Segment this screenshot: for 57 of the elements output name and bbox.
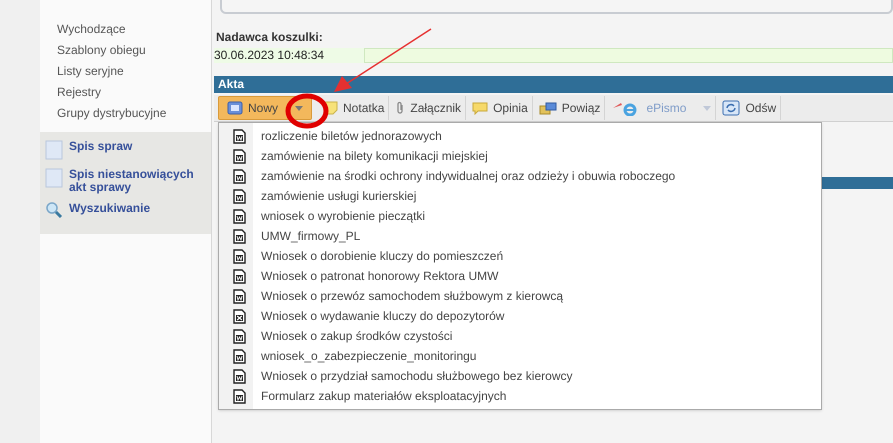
document-file-icon <box>233 228 246 244</box>
sidebar-link[interactable]: Szablony obiegu <box>57 43 177 57</box>
caret-icon <box>295 106 304 110</box>
sidebar-link[interactable]: Listy seryjne <box>57 64 177 78</box>
input-field[interactable] <box>364 48 893 63</box>
menu-item[interactable]: wniosek o wyrobienie pieczątki <box>219 206 676 226</box>
toolbar-button[interactable]: Załącznik <box>391 96 466 120</box>
toolbar-button[interactable]: Opinia <box>468 96 533 120</box>
search-icon <box>45 202 63 218</box>
toolbar-button[interactable]: Notatka <box>320 96 390 120</box>
document-file-icon <box>233 268 246 284</box>
paperclip-icon <box>395 101 406 115</box>
menu-item[interactable]: Wniosek o zakup środków czystości <box>219 326 676 346</box>
menu-item[interactable]: wniosek_o_zabezpieczenie_monitoringu <box>219 346 676 366</box>
document-file-icon <box>233 208 246 224</box>
menu-item[interactable]: zamówienie na środki ochrony indywidualnej oraz odzieży i obuwia roboczego <box>219 166 676 186</box>
sidebar-link[interactable]: Spis niestanowiących akt sprawy <box>69 168 194 194</box>
document-icon <box>45 168 63 188</box>
document-file-icon <box>233 188 246 204</box>
date-field[interactable]: 30.06.2023 10:48:34 <box>214 48 364 63</box>
panel-header: Akta <box>214 76 893 93</box>
document-icon <box>45 140 63 160</box>
window-icon <box>227 101 243 115</box>
menu-item[interactable]: Wniosek o dorobienie kluczy do pomieszczeń <box>219 246 676 266</box>
document-file-icon <box>233 388 246 404</box>
speech-bubble-icon <box>472 102 488 114</box>
menu-item[interactable]: zamówienie usługi kurierskiej <box>219 186 676 206</box>
menu-item[interactable]: Formularz zakup materiałów eksploatacyjnych <box>219 386 676 406</box>
menu-item[interactable]: Wniosek o patronat honorowy Rektora UMW <box>219 266 676 286</box>
annotation-circle <box>285 93 329 129</box>
document-file-icon <box>233 168 246 184</box>
menu-item[interactable]: Wniosek o wydawanie kluczy do depozytorów <box>219 306 676 326</box>
menu-item[interactable]: Wniosek o przewóz samochodem służbowym z kierowcą <box>219 286 676 306</box>
document-file-icon <box>233 368 246 384</box>
sidebar-link[interactable]: Wychodzące <box>57 22 177 36</box>
menu-item[interactable]: zamówienie na bilety komunikacji miejskiej <box>219 146 676 166</box>
document-file-icon <box>233 288 246 304</box>
document-file-icon <box>233 128 246 144</box>
envelopes-icon <box>538 102 557 114</box>
menu-item[interactable]: Wniosek o przydział samochodu służbowego bez kierowcy <box>219 366 676 386</box>
sidebar-link[interactable]: Spis spraw <box>69 140 194 153</box>
sidebar-link[interactable]: Wyszukiwanie <box>69 202 194 215</box>
menu-item[interactable]: UMW_firmowy_PL <box>219 226 676 246</box>
document-file-icon <box>233 348 246 364</box>
sidebar-link[interactable]: Rejestry <box>57 85 177 99</box>
toolbar-button[interactable]: Powiąz <box>534 96 606 120</box>
sender-label: Nadawca koszulki: <box>216 29 324 46</box>
toolbar-button[interactable]: Nowy <box>218 96 312 120</box>
refresh-icon <box>722 100 740 116</box>
document-file-icon <box>233 148 246 164</box>
sidebar-link[interactable]: Grupy dystrybucyjne <box>57 106 177 120</box>
caret-icon <box>703 106 712 110</box>
toolbar-button[interactable]: Odśw <box>718 96 782 120</box>
menu-item[interactable]: rozliczenie biletów jednorazowych <box>219 126 676 146</box>
spreadsheet-file-icon <box>233 308 246 324</box>
document-file-icon <box>233 248 246 264</box>
document-file-icon <box>233 328 246 344</box>
